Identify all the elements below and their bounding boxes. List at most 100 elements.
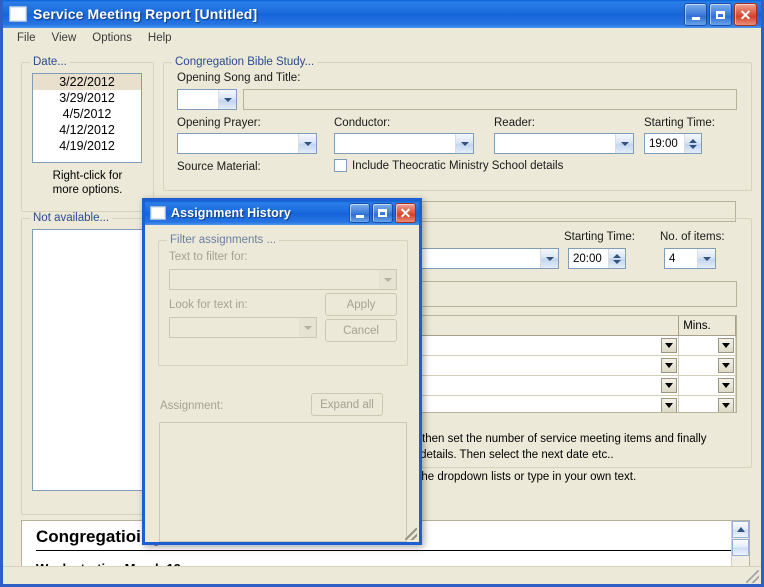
app-icon [9, 6, 27, 22]
chevron-down-icon[interactable] [697, 249, 715, 268]
chevron-down-icon[interactable] [299, 318, 316, 337]
maximize-icon [716, 10, 725, 19]
dialog-close-button[interactable]: ✕ [395, 203, 416, 223]
cancel-button[interactable]: Cancel [325, 319, 397, 342]
grid-cell-mins[interactable] [679, 356, 736, 375]
instructions-line2: eting details. Then select the next date… [392, 449, 614, 461]
filter-group-legend: Filter assignments ... [167, 234, 280, 246]
chevron-down-icon[interactable] [661, 378, 678, 393]
apply-button[interactable]: Apply [325, 293, 397, 316]
source-material-label: Source Material: [177, 161, 261, 173]
menu-item-file[interactable]: File [9, 30, 44, 46]
opening-prayer-combo[interactable] [177, 133, 317, 154]
expand-all-button[interactable]: Expand all [311, 393, 383, 416]
menu-item-view[interactable]: View [44, 30, 85, 46]
conductor-combo[interactable] [334, 133, 474, 154]
look-for-text-in-label: Look for text in: [169, 299, 248, 311]
scrollbar-thumb[interactable] [732, 539, 749, 556]
sm-starting-time-spinner[interactable]: 20:00 [568, 248, 626, 269]
resize-grip[interactable] [746, 570, 759, 583]
date-group: Date... 3/22/2012 3/29/2012 4/5/2012 4/1… [21, 56, 154, 212]
date-group-legend: Date... [30, 56, 70, 68]
menu-item-help[interactable]: Help [140, 30, 180, 46]
grid-cell-mins[interactable] [679, 336, 736, 355]
dialog-resize-grip[interactable] [405, 528, 417, 540]
opening-prayer-label: Opening Prayer: [177, 117, 261, 129]
close-icon: ✕ [739, 6, 752, 23]
minimize-icon [355, 215, 364, 218]
chevron-down-icon[interactable] [718, 338, 734, 353]
no-of-items-value: 4 [669, 252, 676, 265]
text-to-filter-combo[interactable] [169, 269, 397, 290]
instructions-line1: e list, then set the number of service m… [392, 433, 707, 445]
cbs-starting-time-value: 19:00 [649, 137, 678, 150]
grid-cell-mins[interactable] [679, 396, 736, 412]
chevron-down-icon[interactable] [379, 270, 396, 289]
chevron-down-icon[interactable] [661, 338, 678, 353]
chevron-down-icon[interactable] [455, 134, 473, 153]
spinner-arrows-icon[interactable] [684, 134, 701, 153]
chevron-down-icon[interactable] [298, 134, 316, 153]
reader-label: Reader: [494, 117, 535, 129]
filter-assignments-group: Filter assignments ... Text to filter fo… [158, 234, 408, 366]
grid-header-mins[interactable]: Mins. [679, 316, 736, 335]
no-of-items-combo[interactable]: 4 [664, 248, 716, 269]
not-available-group: Not available... [21, 212, 154, 515]
chevron-down-icon[interactable] [661, 358, 678, 373]
opening-song-number-combo[interactable] [177, 89, 237, 110]
chevron-down-icon[interactable] [718, 358, 734, 373]
chevron-down-icon[interactable] [218, 90, 236, 109]
include-tms-label: Include Theocratic Ministry School detai… [352, 159, 564, 172]
date-hint-line2: more options. [52, 184, 123, 196]
chevron-down-icon[interactable] [718, 398, 734, 412]
bible-study-group: Congregation Bible Study... Opening Song… [163, 56, 752, 191]
minimize-button[interactable] [684, 3, 707, 26]
text-to-filter-label: Text to filter for: [169, 251, 248, 263]
maximize-button[interactable] [709, 3, 732, 26]
opening-song-title-field[interactable] [243, 89, 737, 110]
not-available-legend: Not available... [30, 212, 113, 224]
chevron-up-icon [736, 527, 745, 532]
list-item[interactable]: 3/29/2012 [33, 90, 141, 106]
include-tms-checkbox-row[interactable]: Include Theocratic Ministry School detai… [334, 159, 563, 172]
window-title: Service Meeting Report [Untitled] [33, 6, 258, 22]
list-item[interactable]: 4/19/2012 [33, 138, 141, 154]
instructions-line3: from the dropdown lists or type in your … [392, 471, 637, 483]
dialog-minimize-button[interactable] [349, 203, 370, 223]
chevron-down-icon[interactable] [661, 398, 678, 412]
dialog-titlebar: Assignment History ✕ [145, 201, 419, 225]
date-listbox[interactable]: 3/22/2012 3/29/2012 4/5/2012 4/12/2012 4… [32, 73, 142, 163]
list-item[interactable]: 4/12/2012 [33, 122, 141, 138]
menu-item-options[interactable]: Options [84, 30, 140, 46]
window-controls: ✕ [684, 3, 757, 26]
chevron-down-icon[interactable] [718, 378, 734, 393]
dialog-body: Filter assignments ... Text to filter fo… [145, 225, 419, 542]
date-hint: Right-click for more options. [22, 169, 153, 197]
reader-combo[interactable] [494, 133, 634, 154]
list-item[interactable]: 4/5/2012 [33, 106, 141, 122]
close-button[interactable]: ✕ [734, 3, 757, 26]
cbs-starting-time-spinner[interactable]: 19:00 [644, 133, 702, 154]
opening-song-label: Opening Song and Title: [177, 72, 301, 84]
main-window: Service Meeting Report [Untitled] ✕ File… [0, 0, 764, 587]
chevron-down-icon[interactable] [615, 134, 633, 153]
window-titlebar: Service Meeting Report [Untitled] ✕ [3, 0, 761, 28]
list-item[interactable]: 3/22/2012 [33, 74, 141, 90]
instructions-text: e list, then set the number of service m… [392, 431, 742, 485]
minimize-icon [691, 16, 700, 20]
no-of-items-label: No. of items: [660, 231, 725, 243]
look-for-text-in-combo[interactable] [169, 317, 317, 338]
spinner-arrows-icon[interactable] [608, 249, 625, 268]
grid-cell-mins[interactable] [679, 376, 736, 395]
include-tms-checkbox[interactable] [334, 159, 347, 172]
bible-study-legend: Congregation Bible Study... [172, 56, 318, 68]
not-available-listbox[interactable] [32, 229, 144, 491]
scroll-up-button[interactable] [732, 521, 749, 538]
dialog-icon [150, 206, 166, 220]
sm-starting-time-label: Starting Time: [564, 231, 635, 243]
chevron-down-icon[interactable] [540, 249, 558, 268]
dialog-maximize-button[interactable] [372, 203, 393, 223]
cbs-starting-time-label: Starting Time: [644, 117, 715, 129]
assignment-label: Assignment: [160, 400, 224, 412]
assignment-history-list[interactable] [159, 422, 407, 542]
